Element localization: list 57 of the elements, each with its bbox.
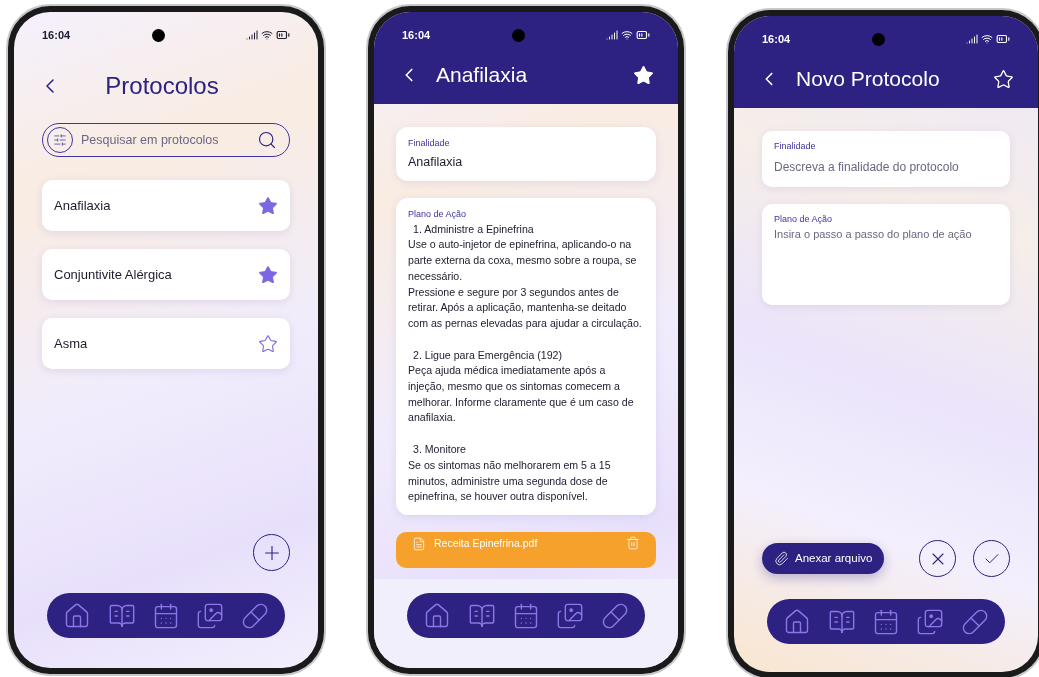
- images-icon[interactable]: [916, 607, 945, 636]
- purpose-value: Anafilaxia: [408, 153, 464, 171]
- star-icon[interactable]: [633, 64, 654, 86]
- purpose-field[interactable]: Finalidade Descreva a finalidade do protocolo: [762, 131, 1010, 187]
- step-heading: 2. Ligue para Emergência (192): [412, 347, 563, 363]
- star-icon[interactable]: [258, 195, 278, 216]
- battery-icon: [276, 28, 290, 42]
- field-label: Finalidade: [774, 140, 817, 153]
- camera-icon: [511, 28, 525, 42]
- wifi-icon: [621, 29, 633, 41]
- wifi-icon: [981, 33, 993, 45]
- protocol-card[interactable]: Asma: [42, 318, 290, 369]
- battery-icon: [636, 28, 650, 42]
- signal-icon: [606, 29, 618, 41]
- field-label: Plano de Ação: [408, 208, 468, 222]
- images-icon[interactable]: [196, 601, 225, 630]
- search-input[interactable]: Pesquisar em protocolos: [81, 130, 249, 150]
- images-icon[interactable]: [556, 601, 585, 630]
- file-icon: [412, 536, 426, 551]
- step-text: Peça ajuda médica imediatamente após a injeção, mesmo que os sintomas comecem a melhorar. Informe claramente que é um caso de anafilaxia.: [408, 363, 635, 426]
- attachment-name: Receita Epinefrina.pdf: [434, 536, 538, 551]
- field-label: Finalidade: [408, 137, 451, 150]
- step-heading: 1. Administre a Epinefrina: [412, 221, 535, 237]
- battery-icon: [996, 32, 1010, 46]
- page-title: Novo Protocolo: [796, 66, 941, 93]
- signal-icon: [966, 33, 978, 45]
- field-label: Plano de Ação: [774, 212, 834, 226]
- step-text: Use o auto-injetor de epinefrina, aplicando-o na parte externa da coxa, mesmo sobre a roupa, se necessário.: [408, 237, 638, 284]
- step-text: Pressione e segure por 3 segundos antes de retirar. Após a aplicação, mantenha-se deitado com as pernas elevadas para ajudar a circulação.: [408, 284, 643, 331]
- paperclip-icon: [774, 551, 789, 566]
- pill-icon[interactable]: [240, 601, 269, 630]
- star-icon[interactable]: [258, 333, 278, 354]
- attach-file-button[interactable]: Anexar arquivo: [762, 543, 885, 574]
- plan-field[interactable]: Plano de Ação Insira o passo a passo do plano de ação: [762, 203, 1010, 305]
- step-heading: 3. Monitore: [412, 442, 467, 458]
- pill-icon[interactable]: [600, 601, 629, 630]
- signal-icon: [246, 29, 258, 41]
- search-icon[interactable]: [257, 130, 277, 150]
- purpose-input[interactable]: Descreva a finalidade do protocolo: [774, 157, 998, 176]
- status-time: 16:04: [42, 27, 71, 43]
- protocol-name: Conjuntivite Alérgica: [54, 265, 172, 284]
- status-time: 16:04: [402, 27, 431, 43]
- protocol-card[interactable]: Conjuntivite Alérgica: [42, 249, 290, 300]
- page-title: Protocolos: [104, 71, 220, 101]
- wifi-icon: [261, 29, 273, 41]
- star-icon[interactable]: [993, 68, 1014, 90]
- step-text: Se os sintomas não melhorarem em 5 a 15 minutos, administre uma segunda dose de epinefrina, se houver outra disponível.: [408, 457, 612, 505]
- protocol-name: Anafilaxia: [54, 196, 111, 215]
- protocol-name: Asma: [54, 334, 88, 353]
- status-time: 16:04: [762, 31, 791, 47]
- star-icon[interactable]: [258, 264, 278, 285]
- camera-icon: [151, 28, 165, 42]
- page-title: Anafilaxia: [436, 62, 529, 89]
- protocol-card[interactable]: Anafilaxia: [42, 180, 290, 231]
- pill-icon[interactable]: [960, 607, 989, 636]
- plan-input[interactable]: Insira o passo a passo do plano de ação: [774, 226, 998, 286]
- camera-icon: [871, 32, 885, 46]
